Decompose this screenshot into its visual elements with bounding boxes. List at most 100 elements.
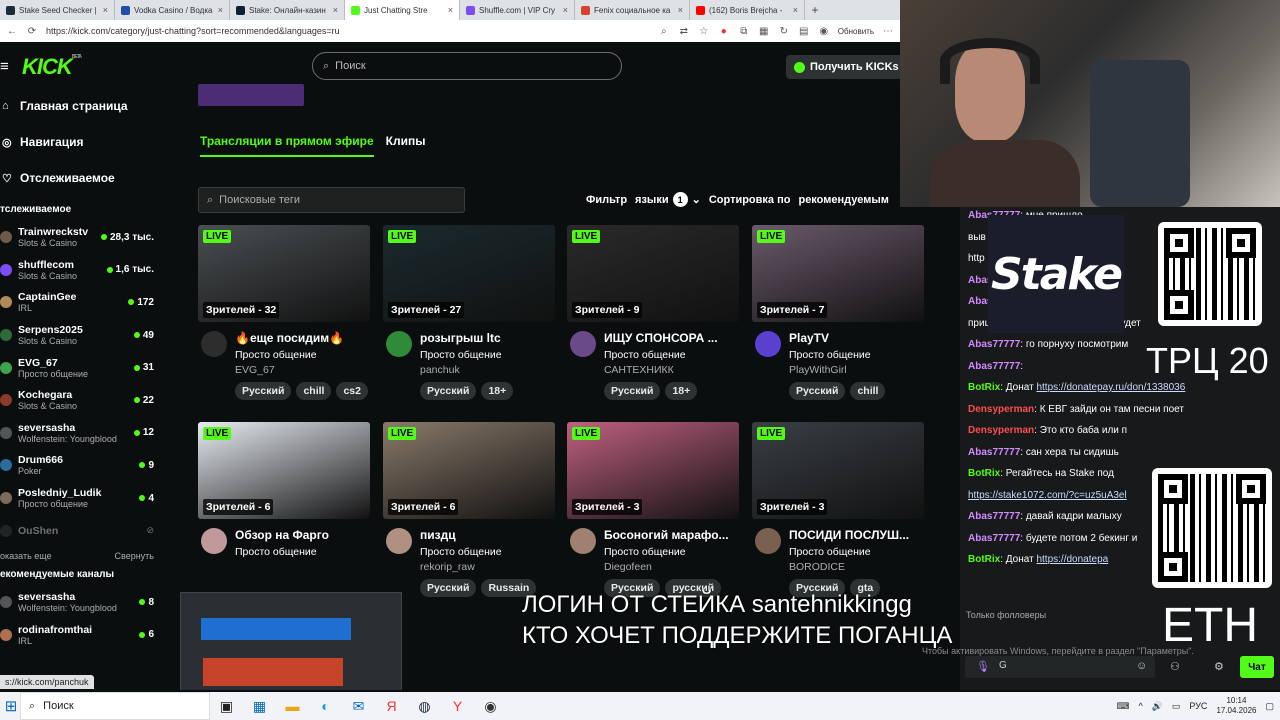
- browser-tab[interactable]: Fenix социальное ка ×: [575, 0, 690, 20]
- hamburger-menu-icon[interactable]: ≡: [0, 58, 9, 75]
- browser-tab[interactable]: Just Chatting Stre ×: [345, 0, 460, 20]
- stream-category[interactable]: Просто общение: [604, 349, 686, 361]
- sidebar-channel[interactable]: rodinafromthai IRL 6: [0, 619, 160, 652]
- browser-tab[interactable]: Vodka Casino / Водка ×: [115, 0, 230, 20]
- update-button[interactable]: Обновить: [838, 27, 874, 36]
- chat-link[interactable]: https://donatepa: [1036, 554, 1108, 565]
- stream-tag[interactable]: 18+: [665, 382, 698, 400]
- stream-tag[interactable]: chill: [296, 382, 332, 400]
- stream-title[interactable]: Обзор на Фарго: [235, 528, 370, 542]
- chat-username[interactable]: Abas77777: [968, 447, 1020, 458]
- new-tab-button[interactable]: +: [805, 0, 825, 20]
- chat-username[interactable]: Abas77777: [968, 339, 1020, 350]
- settings-gear-icon[interactable]: ⚙: [1214, 660, 1224, 673]
- tray-chevron-icon[interactable]: ^: [1138, 701, 1142, 711]
- stream-thumbnail[interactable]: LIVE Зрителей - 3: [752, 422, 924, 519]
- chat-username[interactable]: BotRix: [968, 382, 1000, 393]
- taskbar-search[interactable]: ⌕ Поиск: [20, 692, 210, 720]
- mic-icon[interactable]: 🎙: [976, 660, 990, 673]
- streamer-avatar[interactable]: [386, 528, 412, 554]
- mail-icon[interactable]: ✉: [342, 692, 375, 720]
- send-chat-button[interactable]: Чат: [1240, 656, 1274, 678]
- language-filter[interactable]: языки 1 ⌄: [635, 192, 701, 207]
- kick-logo[interactable]: KICKBETA: [22, 54, 82, 80]
- zoom-icon[interactable]: ⌕: [658, 25, 670, 37]
- stream-category[interactable]: Просто общение: [420, 546, 502, 558]
- downloads-icon[interactable]: ▦: [758, 25, 770, 37]
- sidebar-channel[interactable]: EVG_67 Просто общение 31: [0, 351, 160, 384]
- sidebar-channel[interactable]: Kochegara Slots & Casino 22: [0, 384, 160, 417]
- sort-select[interactable]: рекомендуемым: [798, 194, 888, 206]
- stream-category[interactable]: Просто общение: [789, 546, 871, 558]
- close-icon[interactable]: ×: [563, 5, 568, 15]
- stream-thumbnail[interactable]: LIVE Зрителей - 27: [383, 225, 555, 322]
- sidebar-channel-offline[interactable]: OuShen ⊘: [0, 514, 160, 547]
- stream-card[interactable]: LIVE Зрителей - 3 ПОСИДИ ПОСЛУШ... Прост…: [752, 422, 924, 602]
- close-icon[interactable]: ×: [218, 5, 223, 15]
- stream-tag[interactable]: cs2: [336, 382, 368, 400]
- edge-icon[interactable]: ◐: [309, 692, 342, 720]
- stream-card[interactable]: LIVE Зрителей - 3 Босоногий марафо... Пр…: [567, 422, 739, 602]
- stream-card[interactable]: LIVE Зрителей - 9 ИЩУ СПОНСОРА ... Прост…: [567, 225, 739, 405]
- extensions-icon[interactable]: ⧉: [738, 25, 750, 37]
- stream-tag[interactable]: Русский: [604, 382, 661, 400]
- stream-title[interactable]: Босоногий марафо...: [604, 528, 739, 542]
- get-kicks-button[interactable]: Получить KICKs: [786, 55, 907, 79]
- network-icon[interactable]: ▭: [1172, 701, 1181, 712]
- chat-username[interactable]: BotRix: [968, 554, 1000, 565]
- tag-search-input[interactable]: ⌕ Поисковые теги: [198, 187, 465, 213]
- streamer-avatar[interactable]: [570, 331, 596, 357]
- notifications-icon[interactable]: ▢: [1265, 701, 1274, 712]
- chat-username[interactable]: Densyperman: [968, 404, 1034, 415]
- stream-tag[interactable]: 18+: [481, 382, 514, 400]
- obs-icon[interactable]: ◉: [474, 692, 507, 720]
- chat-username[interactable]: Abas77777: [968, 361, 1020, 372]
- stream-title[interactable]: пиздц: [420, 528, 555, 542]
- sidebar-channel[interactable]: Posledniy_Ludik Просто общение 4: [0, 482, 160, 515]
- steam-icon[interactable]: ◍: [408, 692, 441, 720]
- sidebar-channel[interactable]: CaptainGee IRL 172: [0, 286, 160, 319]
- close-icon[interactable]: ×: [448, 5, 453, 15]
- browser-tab[interactable]: (162) Boris Brejcha - ×: [690, 0, 805, 20]
- stream-card[interactable]: LIVE Зрителей - 27 розыгрыш ltc Просто о…: [383, 225, 555, 405]
- stream-title[interactable]: 🔥еще посидим🔥: [235, 331, 370, 345]
- sidebar-nav-item[interactable]: ◎ Навигация: [0, 124, 160, 160]
- extension-icon[interactable]: ●: [718, 25, 730, 37]
- tab-clips[interactable]: Клипы: [386, 134, 426, 157]
- streamer-name[interactable]: САНТЕХНИКК: [604, 364, 674, 376]
- sidebar-channel[interactable]: seversasha Wolfenstein: Youngblood 8: [0, 586, 160, 619]
- sidebar-channel[interactable]: Trainwreckstv Slots & Casino 28,3 тыс.: [0, 221, 160, 254]
- streamer-avatar[interactable]: [386, 331, 412, 357]
- streamer-avatar[interactable]: [201, 331, 227, 357]
- close-icon[interactable]: ×: [103, 5, 108, 15]
- sidebar-channel[interactable]: shufflecom Slots & Casino 1,6 тыс.: [0, 254, 160, 287]
- close-icon[interactable]: ×: [678, 5, 683, 15]
- stream-thumbnail[interactable]: LIVE Зрителей - 9: [567, 225, 739, 322]
- reload-icon[interactable]: ⟳: [26, 25, 38, 37]
- stream-category[interactable]: Просто общение: [420, 349, 502, 361]
- volume-icon[interactable]: 🔊: [1152, 701, 1163, 712]
- close-icon[interactable]: ×: [793, 5, 798, 15]
- browser-tab[interactable]: Shuffle.com | VIP Cry ×: [460, 0, 575, 20]
- back-icon[interactable]: ←: [6, 25, 18, 37]
- stream-title[interactable]: розыгрыш ltc: [420, 331, 555, 345]
- streamer-name[interactable]: rekorip_raw: [420, 561, 475, 573]
- emoji-icon[interactable]: ☺: [1136, 660, 1147, 672]
- stream-title[interactable]: ИЩУ СПОНСОРА ...: [604, 331, 739, 345]
- stream-thumbnail[interactable]: LIVE Зрителей - 3: [567, 422, 739, 519]
- stream-thumbnail[interactable]: LIVE Зрителей - 6: [198, 422, 370, 519]
- sync-icon[interactable]: ↻: [778, 25, 790, 37]
- stream-thumbnail[interactable]: LIVE Зрителей - 32: [198, 225, 370, 322]
- stream-card[interactable]: LIVE Зрителей - 6 пиздц Просто общение r…: [383, 422, 555, 602]
- users-icon[interactable]: ⚇: [1170, 660, 1180, 673]
- stream-thumbnail[interactable]: LIVE Зрителей - 7: [752, 225, 924, 322]
- keyboard-icon[interactable]: ⌨: [1116, 701, 1129, 712]
- streamer-name[interactable]: Diegofeen: [604, 561, 652, 573]
- yandex-icon[interactable]: Я: [375, 692, 408, 720]
- streamer-avatar[interactable]: [570, 528, 596, 554]
- stream-title[interactable]: ПОСИДИ ПОСЛУШ...: [789, 528, 924, 542]
- stream-tag[interactable]: Русский: [235, 382, 292, 400]
- profile-avatar[interactable]: ◉: [818, 25, 830, 37]
- streamer-name[interactable]: PlayWithGirl: [789, 364, 847, 376]
- stream-category[interactable]: Просто общение: [604, 546, 686, 558]
